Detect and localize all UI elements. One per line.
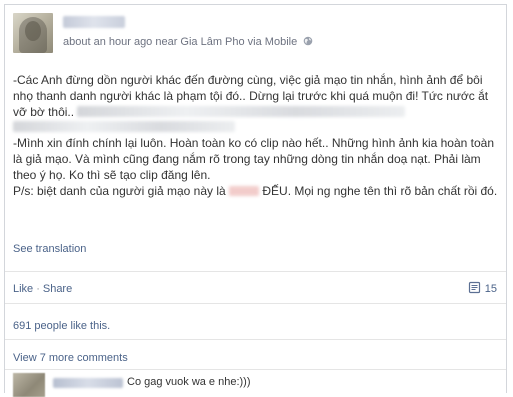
post-meta: about an hour ago near Gia Lâm Pho via M… [63, 36, 313, 48]
post-paragraph-3-text-a: P/s: biệt danh của người giả mạo này là [13, 183, 230, 198]
comment-count: 15 [484, 283, 497, 295]
redacted-text [13, 121, 235, 133]
divider [5, 271, 506, 272]
see-translation-link[interactable]: See translation [13, 243, 86, 255]
likes-summary[interactable]: 691 people like this. [13, 320, 110, 332]
share-link[interactable]: Share [43, 283, 72, 295]
comment-count-button[interactable]: 15 [468, 281, 497, 297]
commenter-name-blurred[interactable] [53, 378, 123, 388]
post-paragraph-3-text-b: ĐẾU. Mọi ng nghe tên thì rõ bản chất rồi… [259, 183, 498, 198]
post-content: -Các Anh đừng dồn người khác đến đường c… [13, 73, 499, 199]
globe-icon[interactable] [303, 36, 313, 46]
redacted-text [77, 105, 406, 117]
action-separator: · [36, 283, 40, 295]
comment-icon [468, 281, 481, 297]
comment-item: Co gag vuok wa e nhe:))) [13, 371, 498, 397]
divider [5, 303, 506, 304]
comment-text: Co gag vuok wa e nhe:))) [127, 376, 251, 388]
author-avatar[interactable] [13, 13, 53, 53]
like-link[interactable]: Like [13, 283, 33, 295]
commenter-avatar[interactable] [13, 373, 45, 397]
post-paragraph-1: -Các Anh đừng dồn người khác đến đường c… [13, 73, 499, 136]
post-paragraph-2: -Mình xin đính chính lại luôn. Hoàn toàn… [13, 136, 499, 183]
post-paragraph-3: P/s: biệt danh của người giả mạo này là … [13, 184, 499, 200]
post-actions: Like · Share [13, 283, 72, 295]
post-paragraph-2-text: -Mình xin đính chính lại luôn. Hoàn toàn… [13, 136, 495, 182]
post-meta-text[interactable]: about an hour ago near Gia Lâm Pho via M… [63, 36, 297, 48]
redacted-word [229, 185, 260, 196]
divider [5, 339, 506, 340]
post-header: about an hour ago near Gia Lâm Pho via M… [13, 13, 498, 53]
author-name-blurred[interactable] [63, 16, 125, 28]
view-more-comments-link[interactable]: View 7 more comments [13, 352, 128, 364]
divider [5, 369, 506, 370]
feed-post: about an hour ago near Gia Lâm Pho via M… [4, 4, 507, 397]
